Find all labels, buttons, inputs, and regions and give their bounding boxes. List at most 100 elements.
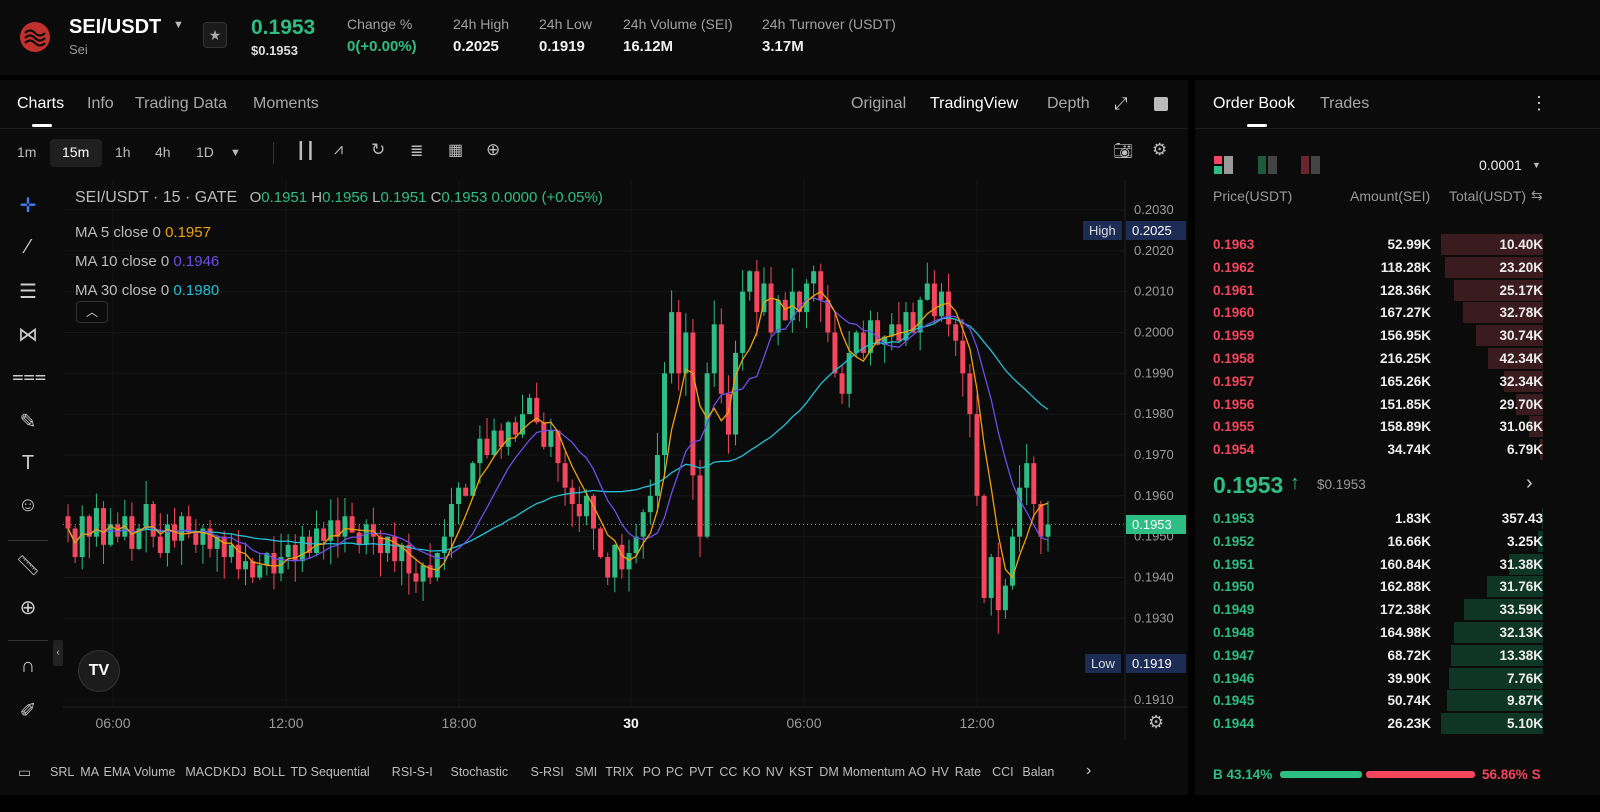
price-tick: 0.2010 bbox=[1134, 284, 1174, 299]
indicator-s-rsi[interactable]: S-RSI bbox=[531, 765, 564, 779]
candle-body bbox=[406, 544, 412, 574]
view-bids-icon[interactable] bbox=[1257, 155, 1279, 175]
indicator-rate[interactable]: Rate bbox=[955, 765, 981, 779]
view-asks-icon[interactable] bbox=[1300, 155, 1322, 175]
indicator-td-sequential[interactable]: TD Sequential bbox=[291, 765, 370, 779]
bid-row[interactable]: 0.1944 26.23K 5.10K bbox=[1213, 713, 1543, 735]
indicator-trix[interactable]: TRIX bbox=[605, 765, 633, 779]
candle-body bbox=[960, 340, 966, 374]
ask-row[interactable]: 0.1956 151.85K 29.70K bbox=[1213, 393, 1543, 416]
precision-select[interactable]: 0.0001 bbox=[1479, 157, 1522, 173]
candle-body bbox=[434, 552, 440, 578]
axis-settings-icon[interactable]: ⚙ bbox=[1148, 712, 1164, 733]
bid-row[interactable]: 0.1948 164.98K 32.13K bbox=[1213, 622, 1543, 644]
buy-sell-ratio-bar bbox=[1280, 771, 1475, 778]
candle-body bbox=[946, 291, 952, 325]
ask-row[interactable]: 0.1960 167.27K 32.78K bbox=[1213, 302, 1543, 324]
candle-body bbox=[704, 373, 710, 537]
indicator-dm[interactable]: DM bbox=[819, 765, 838, 779]
indicator-kst[interactable]: KST bbox=[789, 765, 813, 779]
indicator-pvt[interactable]: PVT bbox=[689, 765, 713, 779]
indicator-cci[interactable]: CCI bbox=[992, 765, 1014, 779]
candle-body bbox=[221, 536, 227, 558]
legend-high: 0.1956 bbox=[322, 189, 369, 206]
view-both-icon[interactable] bbox=[1213, 155, 1235, 175]
col-price: Price(USDT) bbox=[1213, 188, 1293, 204]
ask-row[interactable]: 0.1954 34.74K 6.79K bbox=[1213, 439, 1543, 461]
candle-body bbox=[548, 430, 554, 447]
bid-row[interactable]: 0.1945 50.74K 9.87K bbox=[1213, 690, 1543, 712]
bid-row[interactable]: 0.1953 1.83K 357.43 bbox=[1213, 508, 1543, 530]
price: 0.1949 bbox=[1213, 602, 1255, 618]
candle-body bbox=[228, 544, 234, 558]
price-chart[interactable]: 0.2030 0.2020 0.2010 0.2000 0.1990 0.1980 0.19… bbox=[0, 0, 1188, 800]
sell-label: S bbox=[1531, 767, 1541, 782]
indicator-hv[interactable]: HV bbox=[932, 765, 949, 779]
indicator-smi[interactable]: SMI bbox=[575, 765, 597, 779]
price: 0.1953 bbox=[1213, 511, 1255, 526]
ma5-value: 0.1957 bbox=[165, 224, 211, 241]
time-tick: 06:00 bbox=[786, 715, 821, 731]
candle-body bbox=[598, 528, 604, 558]
indicator-kdj[interactable]: KDJ bbox=[223, 765, 247, 779]
indicator-ko[interactable]: KO bbox=[743, 765, 761, 779]
ask-row[interactable]: 0.1963 52.99K 10.40K bbox=[1213, 234, 1543, 256]
indicator-ema[interactable]: EMA bbox=[104, 765, 131, 779]
ask-row[interactable]: 0.1958 216.25K 42.34K bbox=[1213, 348, 1543, 370]
price: 0.1954 bbox=[1213, 442, 1255, 458]
price: 0.1946 bbox=[1213, 670, 1255, 686]
collapse-legend-button[interactable]: ︿ bbox=[76, 301, 108, 323]
mid-chevron-right-icon[interactable]: › bbox=[1526, 472, 1533, 495]
price: 0.1956 bbox=[1213, 396, 1255, 412]
bid-row[interactable]: 0.1951 160.84K 31.38K bbox=[1213, 553, 1543, 576]
total: 23.20K bbox=[1499, 259, 1543, 275]
swap-units-icon[interactable]: ⇆ bbox=[1531, 187, 1543, 204]
indicator-ao[interactable]: AO bbox=[908, 765, 926, 779]
candle-body bbox=[257, 565, 263, 578]
indicator-cc[interactable]: CC bbox=[719, 765, 737, 779]
tab-trades[interactable]: Trades bbox=[1320, 95, 1369, 113]
price: 0.1960 bbox=[1213, 305, 1255, 321]
candle-body bbox=[1024, 463, 1030, 488]
candle-body bbox=[754, 271, 760, 313]
indicator-nv[interactable]: NV bbox=[766, 765, 783, 779]
bid-row[interactable]: 0.1946 39.90K 7.76K bbox=[1213, 667, 1543, 690]
total: 10.40K bbox=[1499, 237, 1543, 252]
ask-row[interactable]: 0.1957 165.26K 32.34K bbox=[1213, 370, 1543, 393]
indicator-srl[interactable]: SRL bbox=[50, 765, 74, 779]
bid-row[interactable]: 0.1949 172.38K 33.59K bbox=[1213, 599, 1543, 621]
indicator-momentum[interactable]: Momentum bbox=[843, 765, 906, 779]
indicator-pc[interactable]: PC bbox=[666, 765, 683, 779]
ask-row[interactable]: 0.1961 128.36K 25.17K bbox=[1213, 279, 1543, 302]
indicator-rsi-s-i[interactable]: RSI-S-I bbox=[392, 765, 433, 779]
ask-row[interactable]: 0.1955 158.89K 31.06K bbox=[1213, 416, 1543, 438]
candle-body bbox=[157, 536, 163, 553]
indicator-volume[interactable]: Volume bbox=[134, 765, 176, 779]
calendar-icon[interactable]: ▭ bbox=[18, 764, 31, 781]
indicator-boll[interactable]: BOLL bbox=[253, 765, 285, 779]
indicator-po[interactable]: PO bbox=[643, 765, 661, 779]
candle-body bbox=[342, 516, 348, 537]
price-tick: 0.1910 bbox=[1134, 692, 1174, 707]
price-up-arrow-icon: ↑ bbox=[1290, 472, 1300, 494]
ask-row[interactable]: 0.1962 118.28K 23.20K bbox=[1213, 256, 1543, 279]
candle-body bbox=[1045, 524, 1051, 537]
more-options-icon[interactable]: ⋮ bbox=[1530, 93, 1548, 114]
indicator-macd[interactable]: MACD bbox=[185, 765, 222, 779]
tab-order-book[interactable]: Order Book bbox=[1213, 95, 1295, 113]
bid-row[interactable]: 0.1947 68.72K 13.38K bbox=[1213, 644, 1543, 667]
bid-row[interactable]: 0.1952 16.66K 3.25K bbox=[1213, 530, 1543, 553]
tradingview-logo-icon[interactable]: TV bbox=[78, 650, 120, 692]
ask-row[interactable]: 0.1959 156.95K 30.74K bbox=[1213, 325, 1543, 347]
indicator-stochastic[interactable]: Stochastic bbox=[451, 765, 509, 779]
time-tick: 12:00 bbox=[959, 715, 994, 731]
indicator-balan[interactable]: Balan bbox=[1022, 765, 1054, 779]
indicator-ma[interactable]: MA bbox=[80, 765, 99, 779]
scroll-right-icon[interactable]: › bbox=[1086, 762, 1091, 780]
total: 30.74K bbox=[1499, 328, 1543, 344]
bid-row[interactable]: 0.1950 162.88K 31.76K bbox=[1213, 576, 1543, 598]
legend-change: 0.0000 (+0.05%) bbox=[491, 189, 603, 206]
legend-low: 0.1951 bbox=[380, 189, 427, 206]
candle-body bbox=[463, 487, 469, 496]
precision-dropdown-icon[interactable]: ▼ bbox=[1532, 160, 1541, 170]
